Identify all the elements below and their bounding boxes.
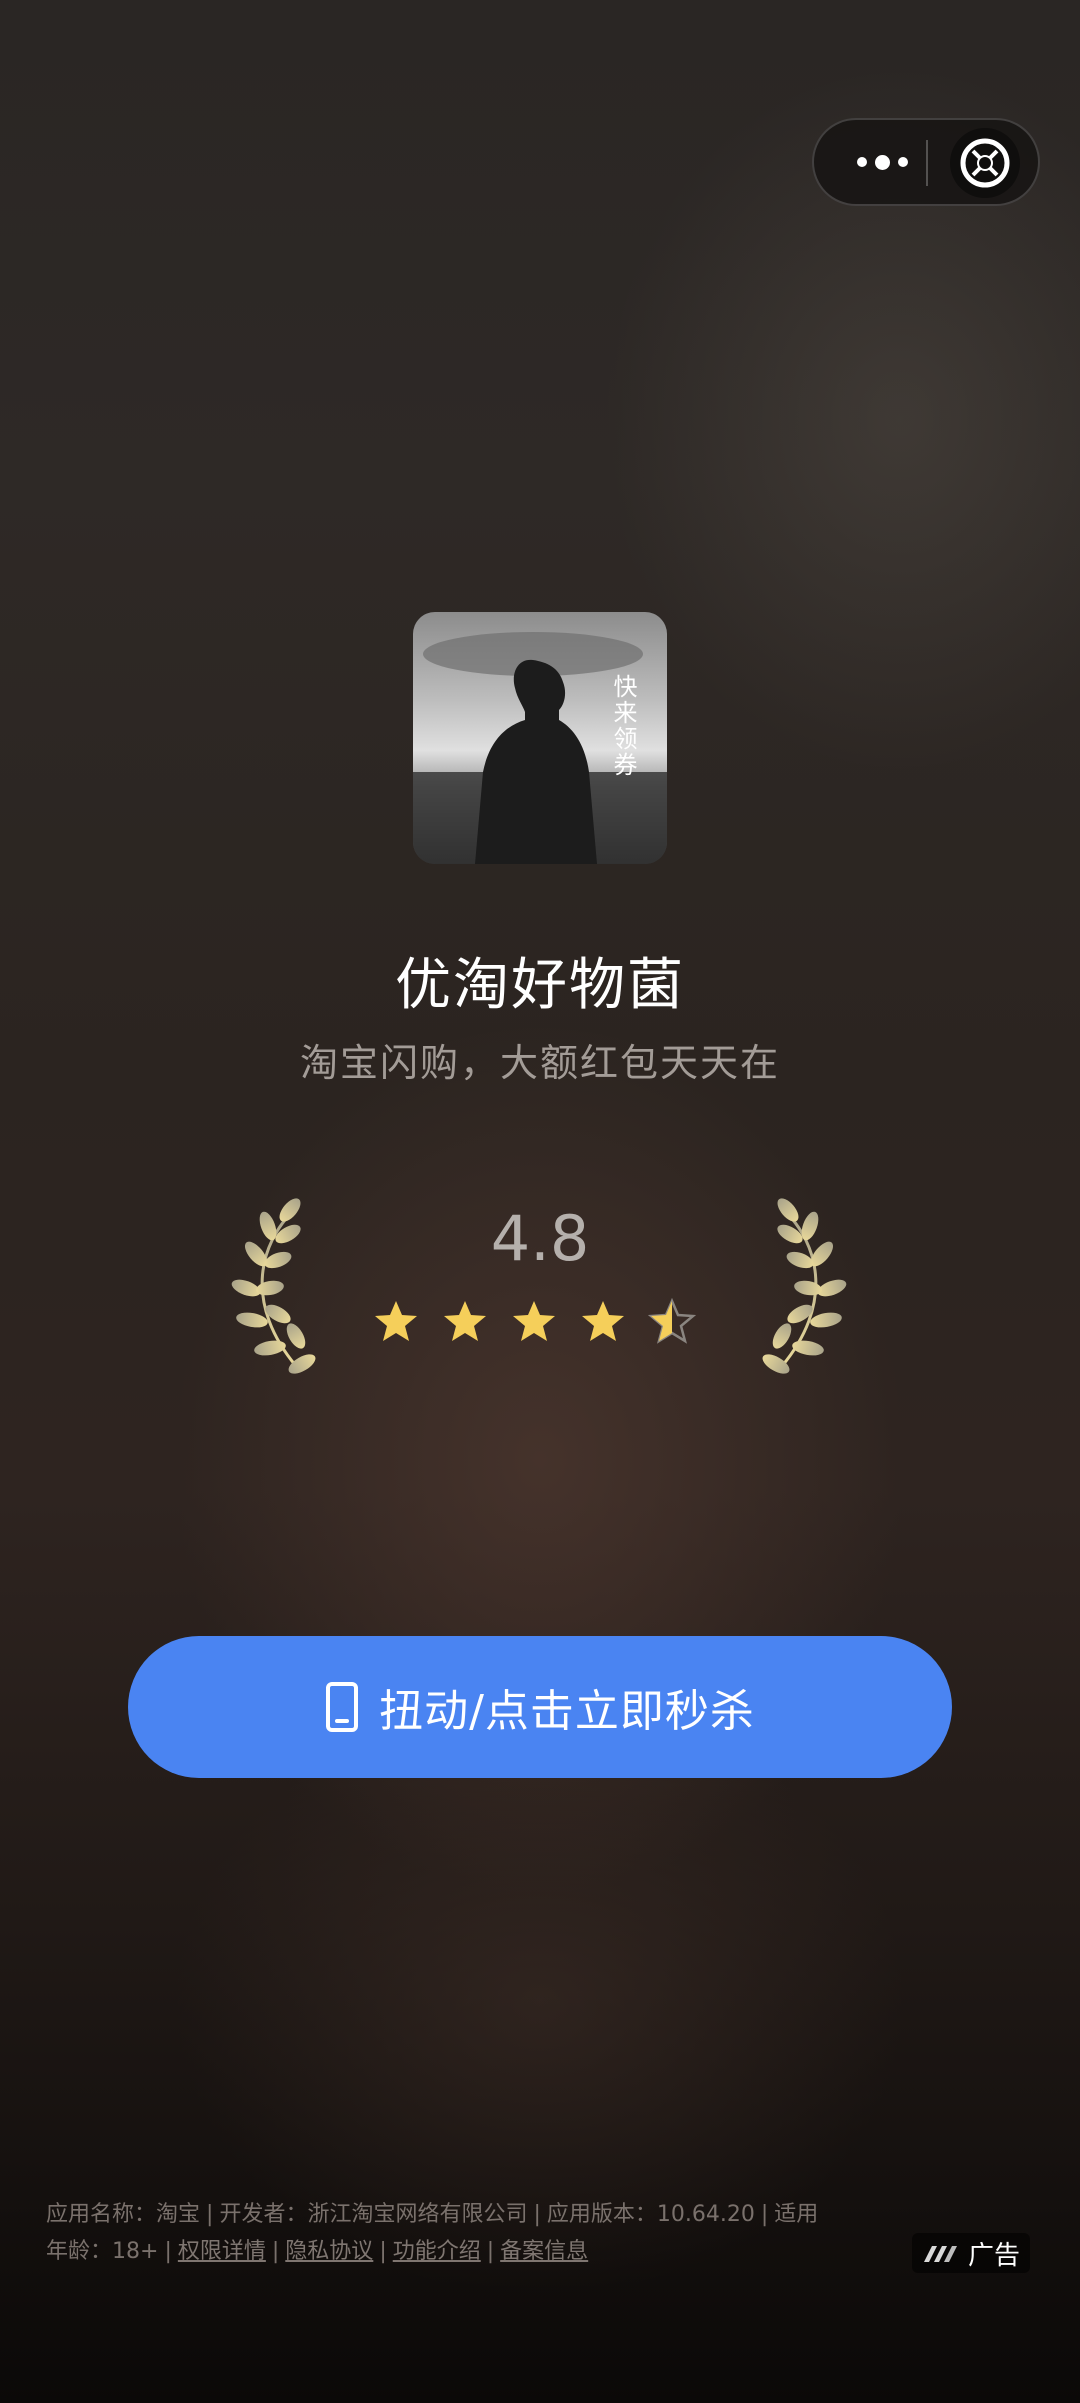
rating-star-icon xyxy=(513,1301,555,1341)
flash-sale-button-label: 扭动/点击立即秒杀 xyxy=(379,1686,755,1737)
privacy-link[interactable]: 隐私协议 xyxy=(285,2239,373,2264)
ad-badge: 广告 xyxy=(912,2233,1030,2273)
footer-suitable: 适用 xyxy=(774,2202,819,2227)
ad-logo-icon xyxy=(923,2246,957,2262)
footer-age: 年龄：18+ xyxy=(46,2239,159,2264)
phone-icon xyxy=(326,1682,359,1732)
rating-star-icon xyxy=(375,1301,417,1341)
features-link[interactable]: 功能介绍 xyxy=(393,2239,481,2264)
app-name: 优淘好物菌 xyxy=(395,953,685,1018)
rating-star-icon xyxy=(582,1301,624,1341)
mini-program-capsule xyxy=(812,118,1040,206)
permissions-link[interactable]: 权限详情 xyxy=(178,2239,266,2264)
rating-star-icon xyxy=(648,1298,696,1344)
app-tagline: 淘宝闪购，大额红包天天在 xyxy=(299,1041,780,1085)
footer-version: 应用版本：10.64.20 xyxy=(546,2202,755,2227)
footer-developer: 开发者：浙江淘宝网络有限公司 xyxy=(219,2202,528,2227)
app-info-footer: 应用名称：淘宝 | 开发者：浙江淘宝网络有限公司 | 应用版本：10.64.20 | 适用 … xyxy=(46,2196,866,2270)
rating-stars xyxy=(372,1298,712,1348)
footer-app-name: 应用名称：淘宝 xyxy=(46,2202,201,2227)
footer-line-1: 应用名称：淘宝 | 开发者：浙江淘宝网络有限公司 | 应用版本：10.64.20 | 适用 xyxy=(46,2202,819,2227)
ad-badge-label: 广告 xyxy=(967,2240,1020,2271)
rating-star-icon xyxy=(444,1301,486,1341)
app-icon: 快来领券 xyxy=(413,612,667,864)
filing-link[interactable]: 备案信息 xyxy=(500,2239,588,2264)
footer-line-2: 年龄：18+ | 权限详情 | 隐私协议 | 功能介绍 | 备案信息 xyxy=(46,2239,589,2264)
rating-score: 4.8 xyxy=(490,1202,590,1275)
close-target-icon[interactable] xyxy=(950,128,1020,198)
flash-sale-button[interactable]: 扭动/点击立即秒杀 xyxy=(128,1636,952,1778)
app-icon-vertical-text: 快来领券 xyxy=(609,674,637,778)
more-dots-icon[interactable] xyxy=(842,120,922,204)
capsule-divider xyxy=(926,140,928,186)
